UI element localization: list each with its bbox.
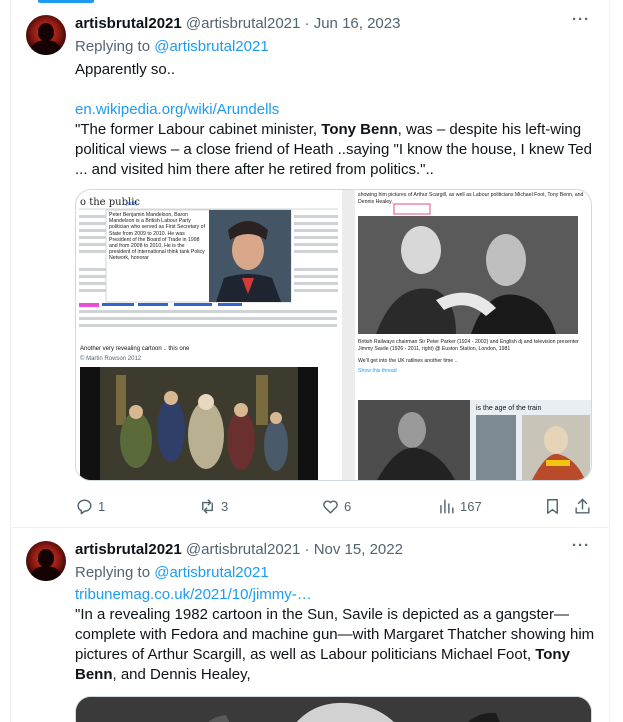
- show-thread-link: Show this thread: [358, 367, 397, 374]
- reply-button[interactable]: 1: [75, 496, 105, 516]
- views-button[interactable]: 167: [437, 496, 482, 516]
- tweet-quote: "In a revealing 1982 cartoon in the Sun,…: [75, 606, 595, 683]
- cartoon-caption: Another very revealing cartoon .. this o…: [80, 346, 190, 352]
- avatar-silhouette-head: [38, 23, 54, 41]
- retweet-button[interactable]: 3: [198, 496, 228, 516]
- like-count: 6: [344, 498, 352, 514]
- views-count: 167: [460, 498, 482, 514]
- display-name[interactable]: artisbrutal2021: [75, 541, 182, 558]
- avatar-silhouette-body: [31, 566, 61, 581]
- separator: ·: [304, 541, 310, 558]
- tweet-link[interactable]: en.wikipedia.org/wiki/Arundells: [75, 101, 279, 118]
- popup-text: Peter Benjamin Mandelson, Baron Mandelso…: [109, 212, 206, 262]
- avatar[interactable]: [26, 541, 66, 581]
- tweet-header: artisbrutal2021 @artisbrutal2021 · Nov 1…: [75, 540, 403, 560]
- more-options-icon[interactable]: ···: [569, 12, 593, 34]
- media-photo-top: [76, 697, 591, 722]
- reply-icon: [77, 498, 92, 514]
- avatar-silhouette-head: [38, 549, 54, 567]
- train-heading: is the age of the train: [476, 405, 541, 412]
- display-name[interactable]: artisbrutal2021: [75, 15, 182, 32]
- tweet-date[interactable]: Jun 16, 2023: [314, 15, 401, 32]
- cartoon-credit: © Martin Rowson 2012: [80, 355, 142, 362]
- avatar-silhouette-body: [31, 40, 61, 55]
- wiki-edit-link: [edit]: [126, 201, 137, 207]
- more-options-icon[interactable]: ···: [569, 538, 593, 560]
- replying-to: Replying to @artisbrutal2021: [75, 563, 269, 583]
- replying-to: Replying to @artisbrutal2021: [75, 37, 269, 57]
- replying-to-label: Replying to: [75, 564, 155, 581]
- tweet-text: tribunemag.co.uk/2021/10/jimmy-… "In a r…: [75, 585, 595, 685]
- views-icon: [440, 498, 454, 514]
- media-image[interactable]: o the public [edit] Peter Benjamin Mande…: [76, 190, 592, 481]
- share-icon: [575, 498, 590, 514]
- bookmark-icon: [547, 498, 558, 514]
- tweet-link[interactable]: tribunemag.co.uk/2021/10/jimmy-…: [75, 586, 312, 603]
- bookmark-button[interactable]: [543, 496, 562, 516]
- tweet-line: Apparently so..: [75, 61, 176, 78]
- user-handle[interactable]: @artisbrutal2021: [186, 15, 300, 32]
- photo-caption: British Railways chairman Sir Peter Park…: [358, 339, 579, 352]
- tweet[interactable]: artisbrutal2021 @artisbrutal2021 · Jun 1…: [11, 0, 609, 528]
- replying-to-mention[interactable]: @artisbrutal2021: [154, 38, 268, 55]
- right-snippet: showing him pictures of Arthur Scargill,…: [358, 192, 584, 205]
- tweet-header: artisbrutal2021 @artisbrutal2021 · Jun 1…: [75, 14, 400, 34]
- user-handle[interactable]: @artisbrutal2021: [186, 541, 300, 558]
- tweet-text: Apparently so.. en.wikipedia.org/wiki/Ar…: [75, 60, 595, 180]
- separator: ·: [304, 15, 310, 32]
- tweet-actions: 1 3 6 167: [75, 496, 595, 516]
- replying-to-label: Replying to: [75, 38, 155, 55]
- retweet-icon: [202, 498, 213, 514]
- media-image[interactable]: [75, 696, 592, 722]
- replying-to-mention[interactable]: @artisbrutal2021: [154, 564, 268, 581]
- share-button[interactable]: [573, 496, 592, 516]
- tweet-date[interactable]: Nov 15, 2022: [314, 541, 403, 558]
- retweet-count: 3: [221, 498, 229, 514]
- reply-count: 1: [98, 498, 106, 514]
- heart-icon: [323, 500, 338, 514]
- tweet[interactable]: artisbrutal2021 @artisbrutal2021 · Nov 1…: [11, 529, 609, 722]
- avatar[interactable]: [26, 15, 66, 55]
- tweet-quote: "The former Labour cabinet minister, Ton…: [75, 121, 592, 178]
- media-grid[interactable]: o the public [edit] Peter Benjamin Mande…: [75, 189, 592, 481]
- like-button[interactable]: 6: [321, 496, 351, 516]
